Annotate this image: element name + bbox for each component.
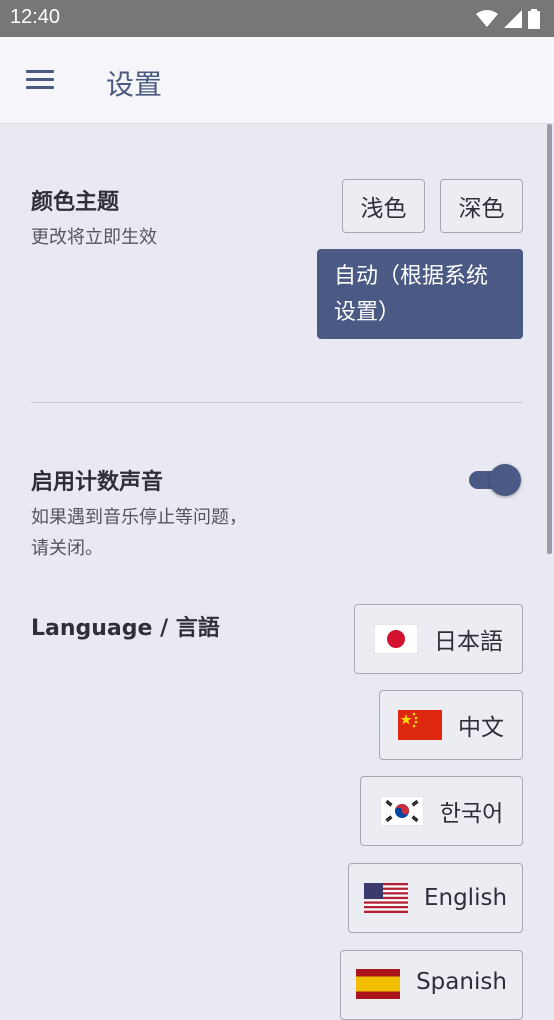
sound-title: 启用计数声音	[31, 470, 164, 495]
theme-auto-button[interactable]: 自动（根据系统 设置）	[317, 249, 523, 339]
page-title: 设置	[106, 68, 163, 101]
theme-dark-button[interactable]: 深色	[440, 179, 523, 233]
china-flag-icon	[398, 710, 442, 740]
language-label: 中文	[458, 715, 504, 741]
language-english-button[interactable]: English	[348, 863, 523, 933]
spain-flag-icon	[356, 969, 401, 999]
theme-auto-label-line2: 设置）	[334, 300, 401, 325]
scrollbar[interactable]	[547, 124, 552, 554]
korea-flag-icon	[379, 796, 424, 826]
signal-icon	[504, 10, 522, 28]
status-time: 12:40	[10, 6, 61, 28]
wifi-icon	[476, 10, 498, 27]
status-bar: 12:40	[0, 0, 554, 37]
language-label: Spanish	[416, 969, 507, 995]
language-label: English	[423, 885, 508, 911]
theme-light-button[interactable]: 浅色	[342, 179, 425, 233]
sound-toggle[interactable]	[469, 464, 521, 496]
menu-button[interactable]	[22, 65, 58, 95]
sound-description: 如果遇到音乐停止等问题， 请关闭。	[31, 502, 247, 564]
language-japanese-button[interactable]: 日本語	[354, 604, 523, 674]
hamburger-line	[26, 78, 54, 81]
language-spanish-button[interactable]: Spanish	[340, 950, 523, 1020]
divider	[31, 402, 522, 403]
language-korean-button[interactable]: 한국어	[360, 776, 523, 846]
toggle-thumb	[489, 464, 521, 496]
japan-flag-icon	[374, 624, 418, 654]
theme-auto-label-line1: 自动（根据系统	[334, 264, 489, 289]
usa-flag-icon	[363, 883, 408, 913]
sound-description-line1: 如果遇到音乐停止等问题，	[31, 507, 247, 528]
hamburger-line	[26, 86, 54, 89]
language-chinese-button[interactable]: 中文	[379, 690, 523, 760]
theme-description: 更改将立即生效	[31, 227, 157, 248]
hamburger-icon	[26, 70, 54, 73]
battery-icon	[528, 9, 540, 29]
language-label: 日本語	[434, 629, 503, 655]
app-bar: 设置	[0, 37, 554, 124]
language-label: 한국어	[439, 801, 504, 827]
sound-description-line2: 请关闭。	[31, 538, 103, 559]
theme-title: 颜色主题	[31, 190, 120, 215]
status-icons	[476, 9, 540, 29]
language-title: Language / 言語	[31, 616, 220, 641]
